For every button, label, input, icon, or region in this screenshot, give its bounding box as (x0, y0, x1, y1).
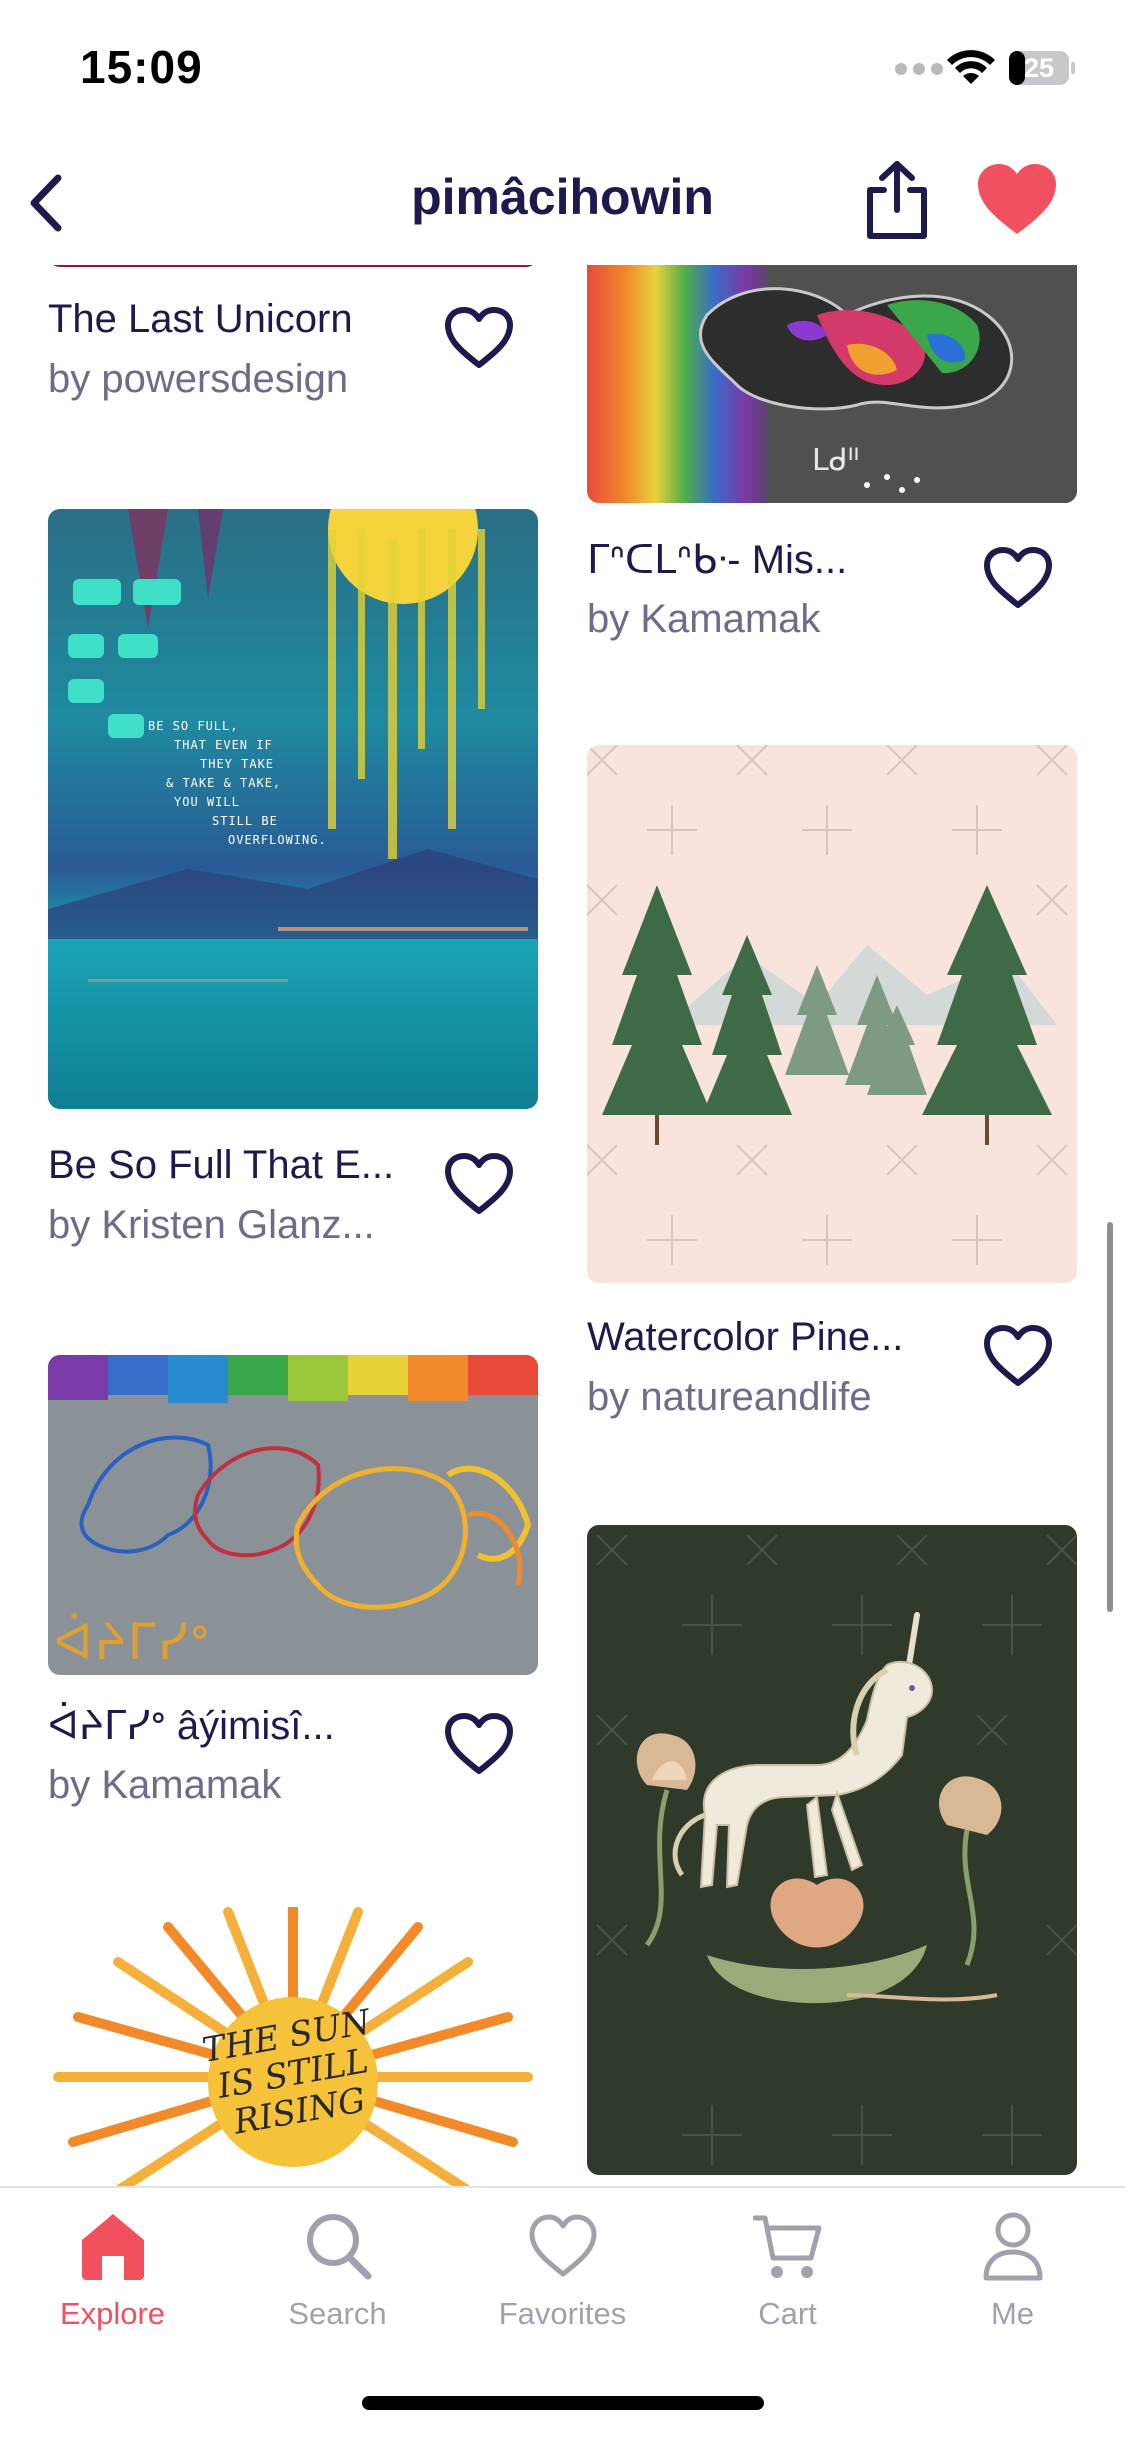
tab-search[interactable]: Search (225, 2188, 450, 2368)
scroll-indicator (1107, 1222, 1113, 1612)
design-artist[interactable]: by natureandlife (587, 1375, 872, 1420)
design-title[interactable]: The Last Unicorn (48, 297, 353, 342)
design-artist[interactable]: by Kristen Glanz... (48, 1203, 375, 1248)
poem-text: BE SO FULL, THAT EVEN IF THEY TAKE & TAK… (148, 717, 408, 850)
design-image[interactable] (587, 1525, 1077, 2175)
status-time: 15:09 (80, 41, 203, 93)
design-artist[interactable]: by Kamamak (48, 1763, 281, 1808)
design-artist[interactable]: by Kamamak (587, 597, 820, 642)
wifi-icon (947, 50, 995, 84)
share-icon[interactable] (862, 158, 932, 242)
syllabics-caption: ᐋᔨᒥᓯᐤ (54, 1613, 212, 1671)
design-image[interactable]: ᐋᔨᒥᓯᐤ (48, 1355, 538, 1675)
design-artist[interactable]: by powersdesign (48, 357, 348, 402)
home-icon (82, 2214, 144, 2280)
tab-label: Favorites (498, 2296, 627, 2331)
status-bar: 15:09 25 (0, 0, 1125, 140)
design-title[interactable]: ᐋᔨᒥᓯᐤ âýimisî... (48, 1703, 335, 1749)
design-image[interactable]: THE SUN IS STILL RISING (48, 1907, 538, 2186)
design-grid: The Last Unicorn by powersdesign ᒪᑯᐦ ᒥᐢᑕ… (0, 265, 1125, 2186)
design-title[interactable]: Be So Full That E... (48, 1143, 394, 1188)
heart-outline-icon (529, 2214, 597, 2277)
poem-line: STILL BE (212, 814, 278, 828)
tab-cart[interactable]: Cart (675, 2188, 900, 2368)
poem-line: THEY TAKE (200, 757, 275, 771)
favorite-heart-icon[interactable] (443, 1151, 515, 1217)
poem-line: BE SO FULL, (148, 719, 239, 733)
tab-label: Search (288, 2296, 387, 2331)
tab-label: Cart (758, 2296, 817, 2331)
tab-favorites[interactable]: Favorites (450, 2188, 675, 2368)
tab-me[interactable]: Me (900, 2188, 1125, 2368)
poem-line: THAT EVEN IF (174, 738, 273, 752)
battery-icon: 25 (1008, 50, 1076, 86)
design-image[interactable]: BE SO FULL, THAT EVEN IF THEY TAKE & TAK… (48, 509, 538, 1109)
search-icon (307, 2214, 372, 2280)
design-image[interactable] (587, 745, 1077, 1283)
design-image[interactable]: ᒪᑯᐦ (587, 265, 1077, 503)
poem-line: YOU WILL (174, 795, 240, 809)
heart-filled-icon[interactable] (976, 162, 1058, 236)
design-title[interactable]: ᒥᐢᑕᒪᐢᑲᐧ- Mis... (587, 537, 847, 583)
tab-label: Me (990, 2296, 1035, 2331)
profile-icon (983, 2212, 1043, 2281)
battery-level: 25 (1023, 53, 1055, 83)
tab-explore[interactable]: Explore (0, 2188, 225, 2368)
tab-label: Explore (59, 2296, 166, 2331)
favorite-heart-icon[interactable] (982, 1323, 1054, 1389)
home-indicator (362, 2396, 764, 2410)
favorite-heart-icon[interactable] (443, 1711, 515, 1777)
page-title: pimâcihowin (411, 169, 714, 225)
svg-text:ᒪᑯᐦ: ᒪᑯᐦ (812, 443, 859, 478)
design-title[interactable]: Watercolor Pine... (587, 1315, 903, 1360)
design-image[interactable] (48, 265, 538, 267)
cart-icon (753, 2215, 822, 2278)
favorite-heart-icon[interactable] (982, 545, 1054, 611)
poem-line: OVERFLOWING. (228, 833, 327, 847)
nav-header: pimâcihowin (0, 140, 1125, 265)
poem-line: & TAKE & TAKE, (166, 776, 282, 790)
favorite-heart-icon[interactable] (443, 305, 515, 371)
